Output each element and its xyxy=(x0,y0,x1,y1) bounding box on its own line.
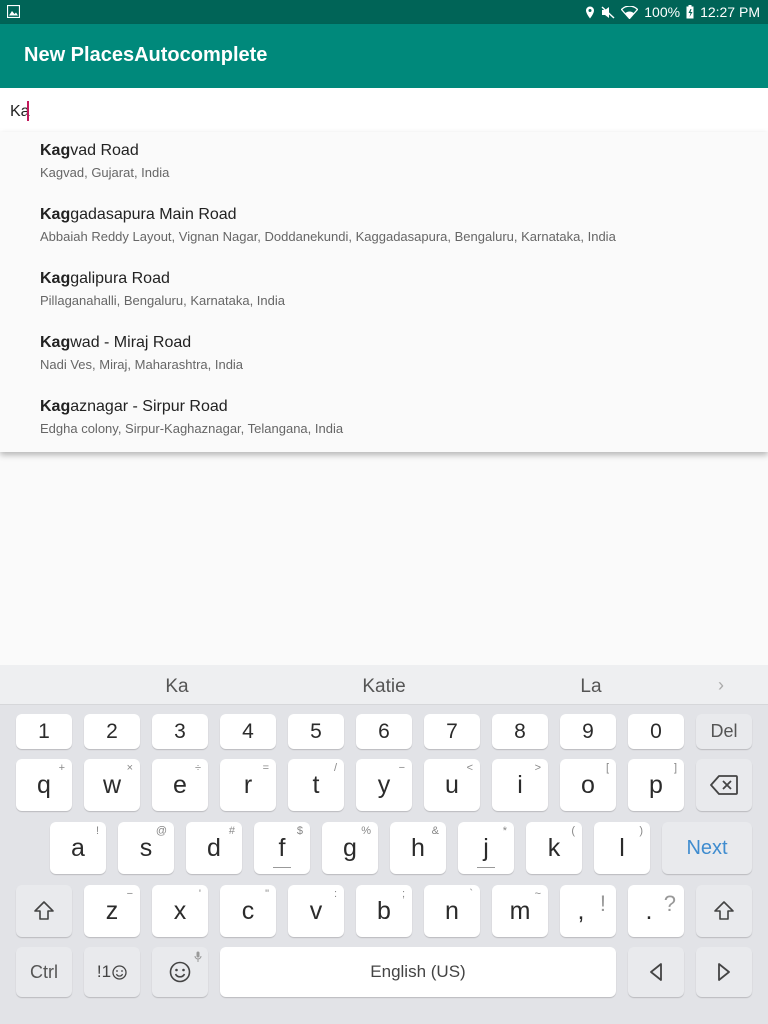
key-6[interactable]: 6 xyxy=(356,714,412,749)
app-title: New PlacesAutocomplete xyxy=(24,44,268,66)
mute-icon xyxy=(601,5,615,19)
key-l[interactable]: ) l xyxy=(594,822,650,874)
space-key[interactable]: English (US) xyxy=(220,947,616,997)
suggestion-primary: Kagaznagar - Sirpur Road xyxy=(40,398,228,415)
emoji-key[interactable] xyxy=(152,947,208,997)
home-key-marker xyxy=(273,867,291,868)
key-r[interactable]: = r xyxy=(220,759,276,811)
suggestion-item[interactable]: Kaggalipura Road Pillaganahalli, Bengalu… xyxy=(0,260,768,324)
soft-keyboard: Ka Katie La › 1 2 3 4 5 6 7 8 9 0 Del + q… xyxy=(0,665,768,1024)
battery-icon xyxy=(686,5,694,19)
suggestion-secondary: Pillaganahalli, Bengaluru, Karnataka, In… xyxy=(40,293,286,308)
key-2[interactable]: 2 xyxy=(84,714,140,749)
word-suggestion-bar: Ka Katie La › xyxy=(0,665,768,705)
suggestion-primary: Kagwad - Miraj Road xyxy=(40,334,192,351)
key-j[interactable]: * j xyxy=(458,822,514,874)
key-k[interactable]: (k xyxy=(526,822,582,874)
suggestion-secondary: Abbaiah Reddy Layout, Vignan Nagar, Dodd… xyxy=(40,229,616,244)
suggestion-primary: Kagvad Road xyxy=(40,142,139,159)
backspace-key[interactable] xyxy=(696,759,752,811)
key-4[interactable]: 4 xyxy=(220,714,276,749)
text-cursor xyxy=(27,101,29,121)
word-suggestion[interactable]: Ka xyxy=(165,676,188,698)
key-9[interactable]: 9 xyxy=(560,714,616,749)
key-1[interactable]: 1 xyxy=(16,714,72,749)
clock: 12:27 PM xyxy=(700,4,760,20)
ctrl-key[interactable]: Ctrl xyxy=(16,947,72,997)
key-y[interactable]: − y xyxy=(356,759,412,811)
emoji-small-icon xyxy=(112,964,127,980)
key-e[interactable]: ÷ e xyxy=(152,759,208,811)
key-b[interactable]: ; b xyxy=(356,885,412,937)
shift-key-right[interactable] xyxy=(696,885,752,937)
suggestion-secondary: Edgha colony, Sirpur-Kaghaznagar, Telang… xyxy=(40,421,344,436)
key-comma[interactable]: ,! xyxy=(560,885,616,937)
key-5[interactable]: 5 xyxy=(288,714,344,749)
emoji-icon xyxy=(169,961,191,983)
key-u[interactable]: < u xyxy=(424,759,480,811)
key-h[interactable]: & h xyxy=(390,822,446,874)
key-g[interactable]: % g xyxy=(322,822,378,874)
word-suggestion[interactable]: Katie xyxy=(362,676,405,698)
battery-percent: 100% xyxy=(644,4,681,20)
key-f[interactable]: $ f xyxy=(254,822,310,874)
key-x[interactable]: ' x xyxy=(152,885,208,937)
key-a[interactable]: ! a xyxy=(50,822,106,874)
chevron-right-icon[interactable]: › xyxy=(718,675,724,696)
arrow-right-icon xyxy=(718,963,730,981)
key-period[interactable]: .? xyxy=(628,885,684,937)
next-key[interactable]: Next xyxy=(662,822,752,874)
shift-icon xyxy=(714,901,734,920)
key-c[interactable]: " c xyxy=(220,885,276,937)
suggestion-secondary: Kagvad, Gujarat, India xyxy=(40,165,170,180)
autocomplete-dropdown: Kagvad Road Kagvad, Gujarat, India Kagga… xyxy=(0,132,768,452)
key-n[interactable]: ` n xyxy=(424,885,480,937)
app-bar: New PlacesAutocomplete xyxy=(0,24,768,88)
key-0[interactable]: 0 xyxy=(628,714,684,749)
key-s[interactable]: @ s xyxy=(118,822,174,874)
suggestion-primary: Kaggalipura Road xyxy=(40,270,170,287)
key-q[interactable]: + q xyxy=(16,759,72,811)
cursor-left-key[interactable] xyxy=(628,947,684,997)
key-8[interactable]: 8 xyxy=(492,714,548,749)
key-7[interactable]: 7 xyxy=(424,714,480,749)
gallery-icon xyxy=(7,5,20,18)
mic-icon xyxy=(194,951,202,962)
suggestion-item[interactable]: Kagwad - Miraj Road Nadi Ves, Miraj, Mah… xyxy=(0,324,768,388)
symbols-key[interactable]: !1 xyxy=(84,947,140,997)
key-z[interactable]: − z xyxy=(84,885,140,937)
search-input[interactable]: Ka xyxy=(0,88,768,132)
word-suggestion[interactable]: La xyxy=(580,676,601,698)
suggestion-item[interactable]: Kaggadasapura Main Road Abbaiah Reddy La… xyxy=(0,196,768,260)
key-v[interactable]: :v xyxy=(288,885,344,937)
home-key-marker xyxy=(477,867,495,868)
shift-key-left[interactable] xyxy=(16,885,72,937)
arrow-left-icon xyxy=(650,963,662,981)
cursor-right-key[interactable] xyxy=(696,947,752,997)
backspace-icon xyxy=(710,775,738,795)
del-key[interactable]: Del xyxy=(696,714,752,749)
status-bar: 100% 12:27 PM xyxy=(0,0,768,24)
key-w[interactable]: × w xyxy=(84,759,140,811)
key-3[interactable]: 3 xyxy=(152,714,208,749)
key-d[interactable]: # d xyxy=(186,822,242,874)
key-t[interactable]: / t xyxy=(288,759,344,811)
key-o[interactable]: [o xyxy=(560,759,616,811)
suggestion-primary: Kaggadasapura Main Road xyxy=(40,206,237,223)
location-icon xyxy=(586,6,595,18)
wifi-icon xyxy=(621,5,639,19)
suggestion-item[interactable]: Kagaznagar - Sirpur Road Edgha colony, S… xyxy=(0,388,768,452)
shift-icon xyxy=(34,901,54,920)
key-i[interactable]: > i xyxy=(492,759,548,811)
key-m[interactable]: ~ m xyxy=(492,885,548,937)
suggestion-secondary: Nadi Ves, Miraj, Maharashtra, India xyxy=(40,357,244,372)
key-p[interactable]: ] p xyxy=(628,759,684,811)
suggestion-item[interactable]: Kagvad Road Kagvad, Gujarat, India xyxy=(0,132,768,196)
